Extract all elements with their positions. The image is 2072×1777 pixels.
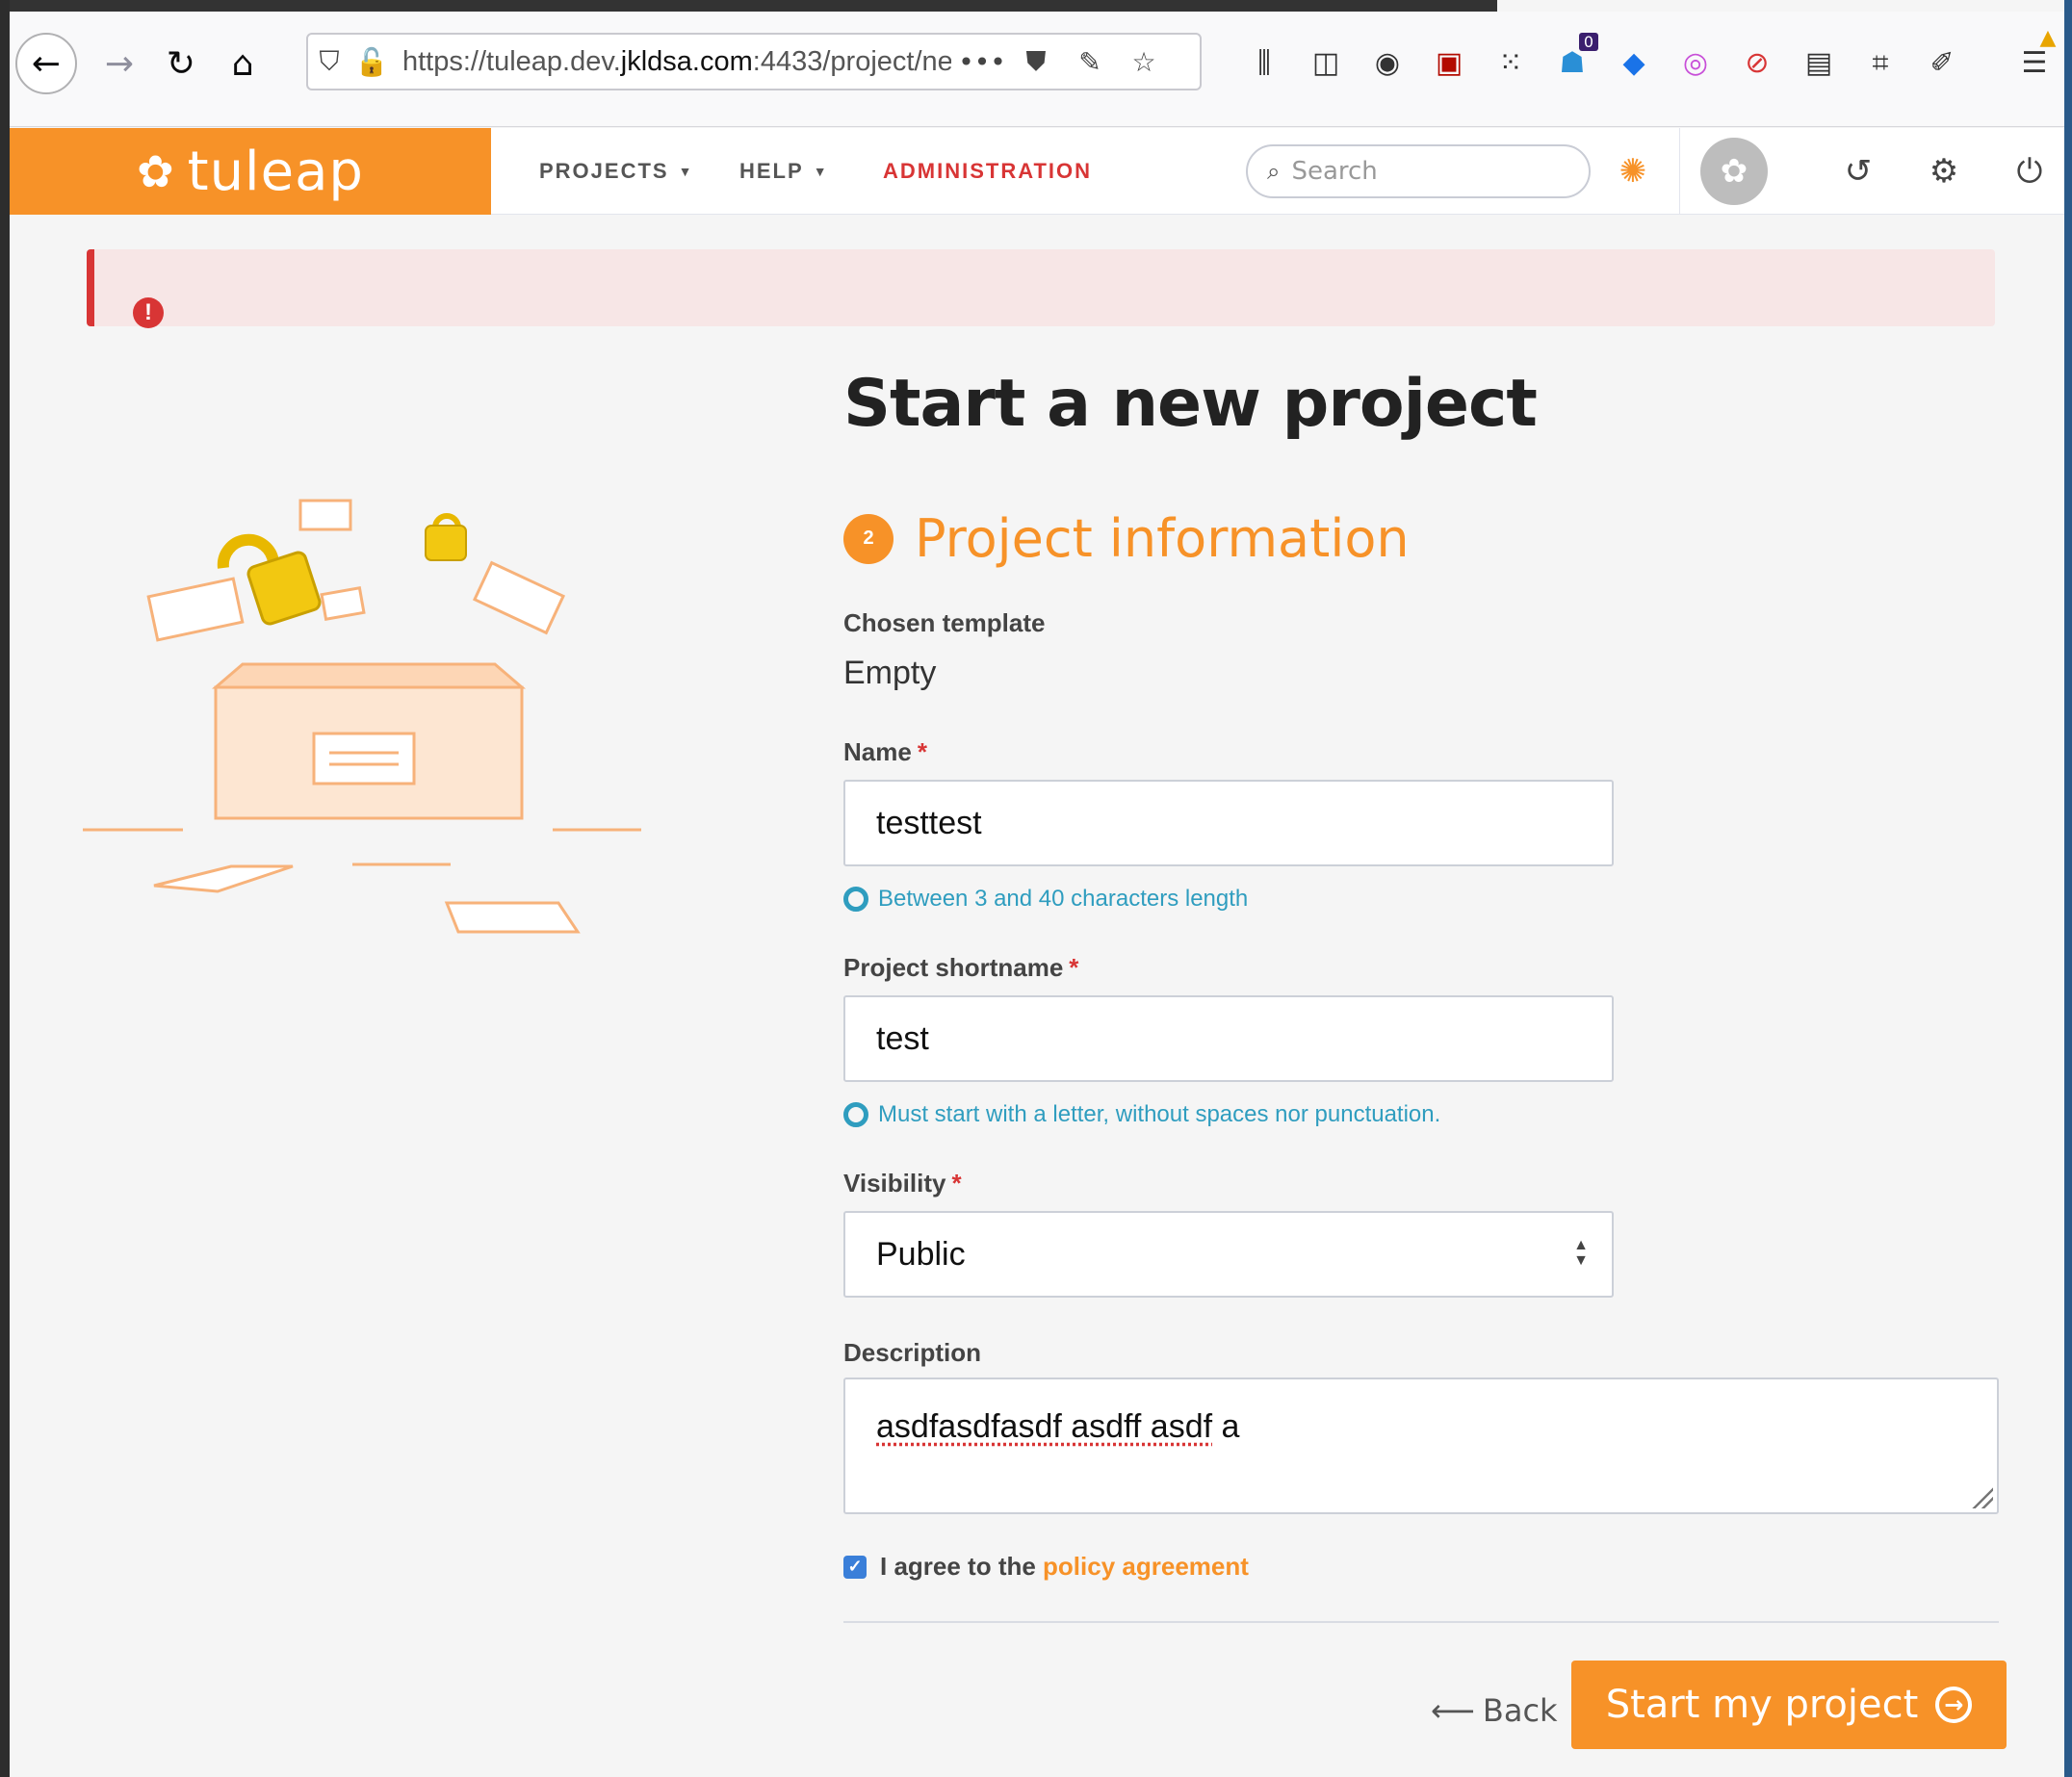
search-input[interactable]: ⌕ Search	[1246, 144, 1591, 198]
extensions-bar: ⫼ ◫ ◉ ▣ ⁙ ☗ 0 ◆ ◎ ⊘ ▤ ⌗ ✐	[1242, 33, 1964, 85]
required-asterisk: *	[917, 737, 927, 766]
help-lifebuoy-icon	[843, 1102, 868, 1127]
description-textarea[interactable]: asdfasdfasdf asdff asdf a	[843, 1378, 1999, 1514]
url-text[interactable]: https://tuleap.dev.jkldsa.com:4433/proje…	[402, 46, 951, 78]
tuleap-flower-icon: ✿	[137, 145, 174, 197]
project-shortname-input[interactable]: test	[843, 995, 1614, 1082]
tuleap-header: ✿ tuleap PROJECTS ▼ HELP ▼ ADMINISTRATION …	[10, 128, 2064, 215]
apps-grid-icon[interactable]: ⁙	[1489, 40, 1533, 85]
pocket-icon[interactable]: ⛊	[1015, 40, 1057, 83]
screenshot-icon[interactable]: ✎	[1069, 40, 1111, 83]
account-icon[interactable]: ◉	[1365, 40, 1410, 85]
background-window-edge	[2064, 0, 2072, 1777]
template-label: Chosen template	[843, 608, 1046, 637]
search-icon: ⌕	[1267, 158, 1281, 185]
name-label: Name *	[843, 737, 927, 766]
gear-icon[interactable]: ⚙	[1917, 144, 1971, 198]
url-bar[interactable]: ⛉ 🔓 https://tuleap.dev.jkldsa.com:4433/p…	[306, 33, 1202, 90]
shortname-label: Project shortname *	[843, 953, 1079, 982]
visibility-select[interactable]: Public ▲ ▼	[843, 1211, 1614, 1298]
resize-handle-icon[interactable]	[1970, 1485, 1993, 1508]
note-icon[interactable]: ✐	[1920, 40, 1964, 85]
blocker-icon[interactable]: ⊘	[1735, 40, 1779, 85]
error-alert: !	[87, 249, 1995, 328]
back-button[interactable]: ⟵ Back	[1431, 1692, 1558, 1729]
home-icon[interactable]: ⌂	[212, 33, 273, 94]
browser-toolbar: ← → ↻ ⌂ ⛉ 🔓 https://tuleap.dev.jkldsa.co…	[10, 12, 2064, 127]
select-arrows-icon: ▲ ▼	[1573, 1237, 1589, 1269]
color-picker-icon[interactable]: ◎	[1673, 40, 1718, 85]
arrow-left-icon: ⟵	[1431, 1692, 1475, 1729]
shortname-hint: Must start with a letter, without spaces…	[843, 1101, 1440, 1128]
pdf-extension-icon[interactable]: ▣	[1427, 40, 1471, 85]
chevron-down-icon: ▼	[813, 164, 829, 179]
step-number-badge: 2	[843, 513, 894, 564]
administration-link[interactable]: ADMINISTRATION	[883, 128, 1092, 215]
logo-text: tuleap	[187, 140, 364, 203]
required-asterisk: *	[951, 1169, 962, 1198]
form-divider	[843, 1621, 1999, 1623]
avatar[interactable]: ✿	[1700, 138, 1768, 205]
extension-diamond-icon[interactable]: ◆	[1612, 40, 1656, 85]
agree-checkbox[interactable]: ✓	[843, 1555, 867, 1579]
error-icon: !	[133, 297, 164, 328]
policy-agreement-link[interactable]: policy agreement	[1043, 1552, 1249, 1581]
history-icon[interactable]: ↺	[1831, 144, 1885, 198]
crop-icon[interactable]: ⌗	[1858, 40, 1903, 85]
tuleap-switch-icon[interactable]: ✺	[1606, 144, 1660, 198]
page-actions-icon[interactable]: •••	[958, 40, 1006, 83]
help-lifebuoy-icon	[843, 887, 868, 912]
sidebar-icon[interactable]: ◫	[1304, 40, 1348, 85]
back-icon[interactable]: ←	[15, 33, 77, 94]
start-project-button[interactable]: Start my project →	[1571, 1661, 2007, 1749]
forward-icon[interactable]: →	[89, 33, 150, 94]
required-asterisk: *	[1069, 953, 1079, 982]
header-divider	[1679, 128, 1680, 215]
search-placeholder: Search	[1291, 157, 1378, 186]
reload-icon[interactable]: ↻	[150, 33, 212, 94]
chevron-down-icon: ▼	[678, 164, 694, 179]
tuleap-logo[interactable]: ✿ tuleap	[10, 128, 491, 215]
insecure-lock-icon[interactable]: 🔓	[350, 40, 393, 83]
name-hint: Between 3 and 40 characters length	[843, 886, 1248, 913]
help-menu[interactable]: HELP ▼	[739, 128, 829, 215]
policy-agreement: ✓ I agree to the policy agreement	[843, 1552, 1249, 1582]
arrow-circle-right-icon: →	[1935, 1687, 1973, 1723]
bookmark-star-icon[interactable]: ☆	[1123, 40, 1165, 83]
visibility-label: Visibility *	[843, 1169, 962, 1198]
library-icon[interactable]: ⫼	[1242, 40, 1286, 85]
logout-icon[interactable]: ⏻	[2003, 144, 2057, 198]
description-label: Description	[843, 1338, 982, 1367]
projects-menu[interactable]: PROJECTS ▼	[539, 128, 693, 215]
project-box-illustration	[83, 499, 641, 934]
active-tab[interactable]	[1497, 0, 2064, 12]
ghostery-icon[interactable]: ☗ 0	[1550, 33, 1598, 85]
project-name-input[interactable]: testtest	[843, 780, 1614, 866]
browser-window: ← → ↻ ⌂ ⛉ 🔓 https://tuleap.dev.jkldsa.co…	[10, 0, 2064, 1777]
warning-icon[interactable]: ▲	[2033, 23, 2062, 52]
tab-strip	[10, 0, 2064, 12]
small-padlock-icon	[425, 513, 467, 561]
selenium-icon[interactable]: ▤	[1797, 40, 1841, 85]
step-title: Project information	[915, 508, 1410, 569]
tracking-shield-icon[interactable]: ⛉	[308, 40, 350, 83]
page-title: Start a new project	[843, 366, 1538, 442]
template-value: Empty	[843, 655, 937, 691]
step-header: 2 Project information	[843, 508, 1410, 569]
